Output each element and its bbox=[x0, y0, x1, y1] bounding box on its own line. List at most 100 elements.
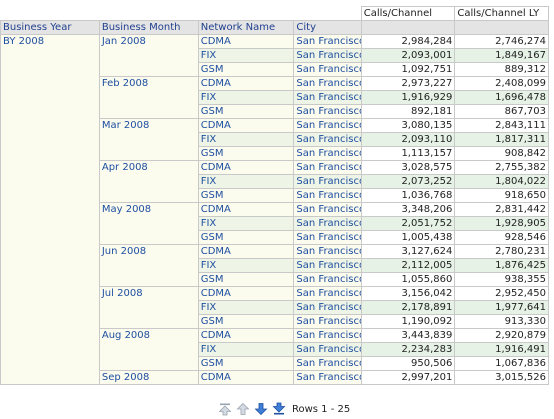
cell-network-name[interactable]: CDMA bbox=[197, 244, 295, 259]
row-header-business-month[interactable]: Feb 2008 bbox=[98, 76, 199, 119]
cell-city[interactable]: San Francisco bbox=[293, 118, 362, 133]
table-row: BY 2008 Jan 2008 CDMA San Francisco 2,984,28… bbox=[0, 34, 549, 385]
cell-city[interactable]: San Francisco bbox=[293, 48, 362, 63]
cell-calls-channel-ly: 3,015,526 bbox=[454, 370, 549, 385]
cell-city[interactable]: San Francisco bbox=[293, 132, 362, 147]
cell-calls-channel-ly: 2,408,099 bbox=[454, 76, 549, 91]
column-header-network-name[interactable]: Network Name bbox=[197, 20, 295, 35]
column-header-business-year[interactable]: Business Year bbox=[0, 20, 100, 35]
cell-calls-channel: 892,181 bbox=[360, 104, 456, 119]
page-up-icon[interactable] bbox=[236, 402, 250, 416]
cell-calls-channel: 1,113,157 bbox=[360, 146, 456, 161]
cell-network-name[interactable]: GSM bbox=[197, 314, 295, 329]
cell-city[interactable]: San Francisco bbox=[293, 230, 362, 245]
column-header-calls-channel-ly[interactable]: Calls/Channel LY bbox=[454, 6, 549, 21]
cell-calls-channel: 2,973,227 bbox=[360, 76, 456, 91]
cell-calls-channel-ly: 1,804,022 bbox=[454, 174, 549, 189]
cell-city[interactable]: San Francisco bbox=[293, 314, 362, 329]
cell-city[interactable]: San Francisco bbox=[293, 272, 362, 287]
cell-city[interactable]: San Francisco bbox=[293, 104, 362, 119]
cell-calls-channel: 2,997,201 bbox=[360, 370, 456, 385]
cell-city[interactable]: San Francisco bbox=[293, 370, 362, 385]
cell-network-name[interactable]: GSM bbox=[197, 230, 295, 245]
cell-network-name[interactable]: GSM bbox=[197, 146, 295, 161]
cell-city[interactable]: San Francisco bbox=[293, 174, 362, 189]
column-header-calls-channel[interactable]: Calls/Channel bbox=[360, 6, 456, 21]
cell-network-name[interactable]: CDMA bbox=[197, 286, 295, 301]
row-header-business-month[interactable]: Jan 2008 bbox=[98, 34, 199, 77]
cell-calls-channel: 3,156,042 bbox=[360, 286, 456, 301]
cell-network-name[interactable]: GSM bbox=[197, 356, 295, 371]
cell-calls-channel-ly: 2,746,274 bbox=[454, 34, 549, 49]
corner-cell bbox=[0, 6, 362, 21]
cell-city[interactable]: San Francisco bbox=[293, 160, 362, 175]
cell-calls-channel: 3,348,206 bbox=[360, 202, 456, 217]
cell-city[interactable]: San Francisco bbox=[293, 328, 362, 343]
row-header-business-month[interactable]: Mar 2008 bbox=[98, 118, 199, 161]
column-header-business-month[interactable]: Business Month bbox=[98, 20, 199, 35]
cell-network-name[interactable]: FIX bbox=[197, 258, 295, 273]
cell-network-name[interactable]: FIX bbox=[197, 90, 295, 105]
cell-network-name[interactable]: CDMA bbox=[197, 160, 295, 175]
cell-network-name[interactable]: CDMA bbox=[197, 118, 295, 133]
cell-calls-channel-ly: 2,755,382 bbox=[454, 160, 549, 175]
cell-calls-channel-ly: 1,977,641 bbox=[454, 300, 549, 315]
cell-network-name[interactable]: FIX bbox=[197, 132, 295, 147]
cell-calls-channel: 2,093,001 bbox=[360, 48, 456, 63]
page-down-icon[interactable] bbox=[254, 402, 268, 416]
cell-city[interactable]: San Francisco bbox=[293, 356, 362, 371]
cell-calls-channel: 2,178,891 bbox=[360, 300, 456, 315]
cell-network-name[interactable]: GSM bbox=[197, 104, 295, 119]
cell-city[interactable]: San Francisco bbox=[293, 202, 362, 217]
cell-calls-channel-ly: 867,703 bbox=[454, 104, 549, 119]
cell-network-name[interactable]: FIX bbox=[197, 300, 295, 315]
cell-calls-channel: 3,028,575 bbox=[360, 160, 456, 175]
cell-network-name[interactable]: GSM bbox=[197, 272, 295, 287]
cell-city[interactable]: San Francisco bbox=[293, 62, 362, 77]
cell-city[interactable]: San Francisco bbox=[293, 146, 362, 161]
column-header-calls-channel-ly-blank bbox=[454, 20, 549, 35]
row-header-business-month[interactable]: Jul 2008 bbox=[98, 286, 199, 329]
cell-calls-channel: 2,051,752 bbox=[360, 216, 456, 231]
row-header-business-month[interactable]: Jun 2008 bbox=[98, 244, 199, 287]
row-header-business-month[interactable]: Apr 2008 bbox=[98, 160, 199, 203]
cell-calls-channel-ly: 2,780,231 bbox=[454, 244, 549, 259]
cell-network-name[interactable]: CDMA bbox=[197, 328, 295, 343]
page-top-icon[interactable] bbox=[218, 402, 232, 416]
cell-city[interactable]: San Francisco bbox=[293, 300, 362, 315]
cell-city[interactable]: San Francisco bbox=[293, 258, 362, 273]
cell-network-name[interactable]: GSM bbox=[197, 188, 295, 203]
cell-city[interactable]: San Francisco bbox=[293, 188, 362, 203]
cell-network-name[interactable]: FIX bbox=[197, 174, 295, 189]
cell-city[interactable]: San Francisco bbox=[293, 90, 362, 105]
cell-calls-channel-ly: 2,843,111 bbox=[454, 118, 549, 133]
cell-network-name[interactable]: FIX bbox=[197, 216, 295, 231]
cell-city[interactable]: San Francisco bbox=[293, 76, 362, 91]
page-bottom-icon[interactable] bbox=[272, 402, 286, 416]
row-header-business-month[interactable]: May 2008 bbox=[98, 202, 199, 245]
cell-calls-channel: 2,093,110 bbox=[360, 132, 456, 147]
column-header-city[interactable]: City bbox=[293, 20, 362, 35]
column-header-calls-channel-blank bbox=[360, 20, 456, 35]
cell-network-name[interactable]: FIX bbox=[197, 342, 295, 357]
cell-network-name[interactable]: FIX bbox=[197, 48, 295, 63]
row-header-business-month[interactable]: Sep 2008 bbox=[98, 370, 199, 385]
cell-network-name[interactable]: CDMA bbox=[197, 370, 295, 385]
cell-network-name[interactable]: CDMA bbox=[197, 34, 295, 49]
dimension-header-row: Business Year Business Month Network Nam… bbox=[0, 20, 549, 35]
pager: Rows 1 - 25 bbox=[218, 402, 350, 416]
cell-calls-channel: 3,080,135 bbox=[360, 118, 456, 133]
cell-city[interactable]: San Francisco bbox=[293, 216, 362, 231]
cell-network-name[interactable]: CDMA bbox=[197, 76, 295, 91]
cell-network-name[interactable]: CDMA bbox=[197, 202, 295, 217]
cell-calls-channel: 2,112,005 bbox=[360, 258, 456, 273]
cell-city[interactable]: San Francisco bbox=[293, 286, 362, 301]
cell-city[interactable]: San Francisco bbox=[293, 34, 362, 49]
cell-network-name[interactable]: GSM bbox=[197, 62, 295, 77]
row-header-business-month[interactable]: Aug 2008 bbox=[98, 328, 199, 371]
row-header-business-year[interactable]: BY 2008 bbox=[0, 34, 100, 385]
cell-city[interactable]: San Francisco bbox=[293, 244, 362, 259]
cell-calls-channel-ly: 1,876,425 bbox=[454, 258, 549, 273]
cell-calls-channel: 1,916,929 bbox=[360, 90, 456, 105]
cell-city[interactable]: San Francisco bbox=[293, 342, 362, 357]
